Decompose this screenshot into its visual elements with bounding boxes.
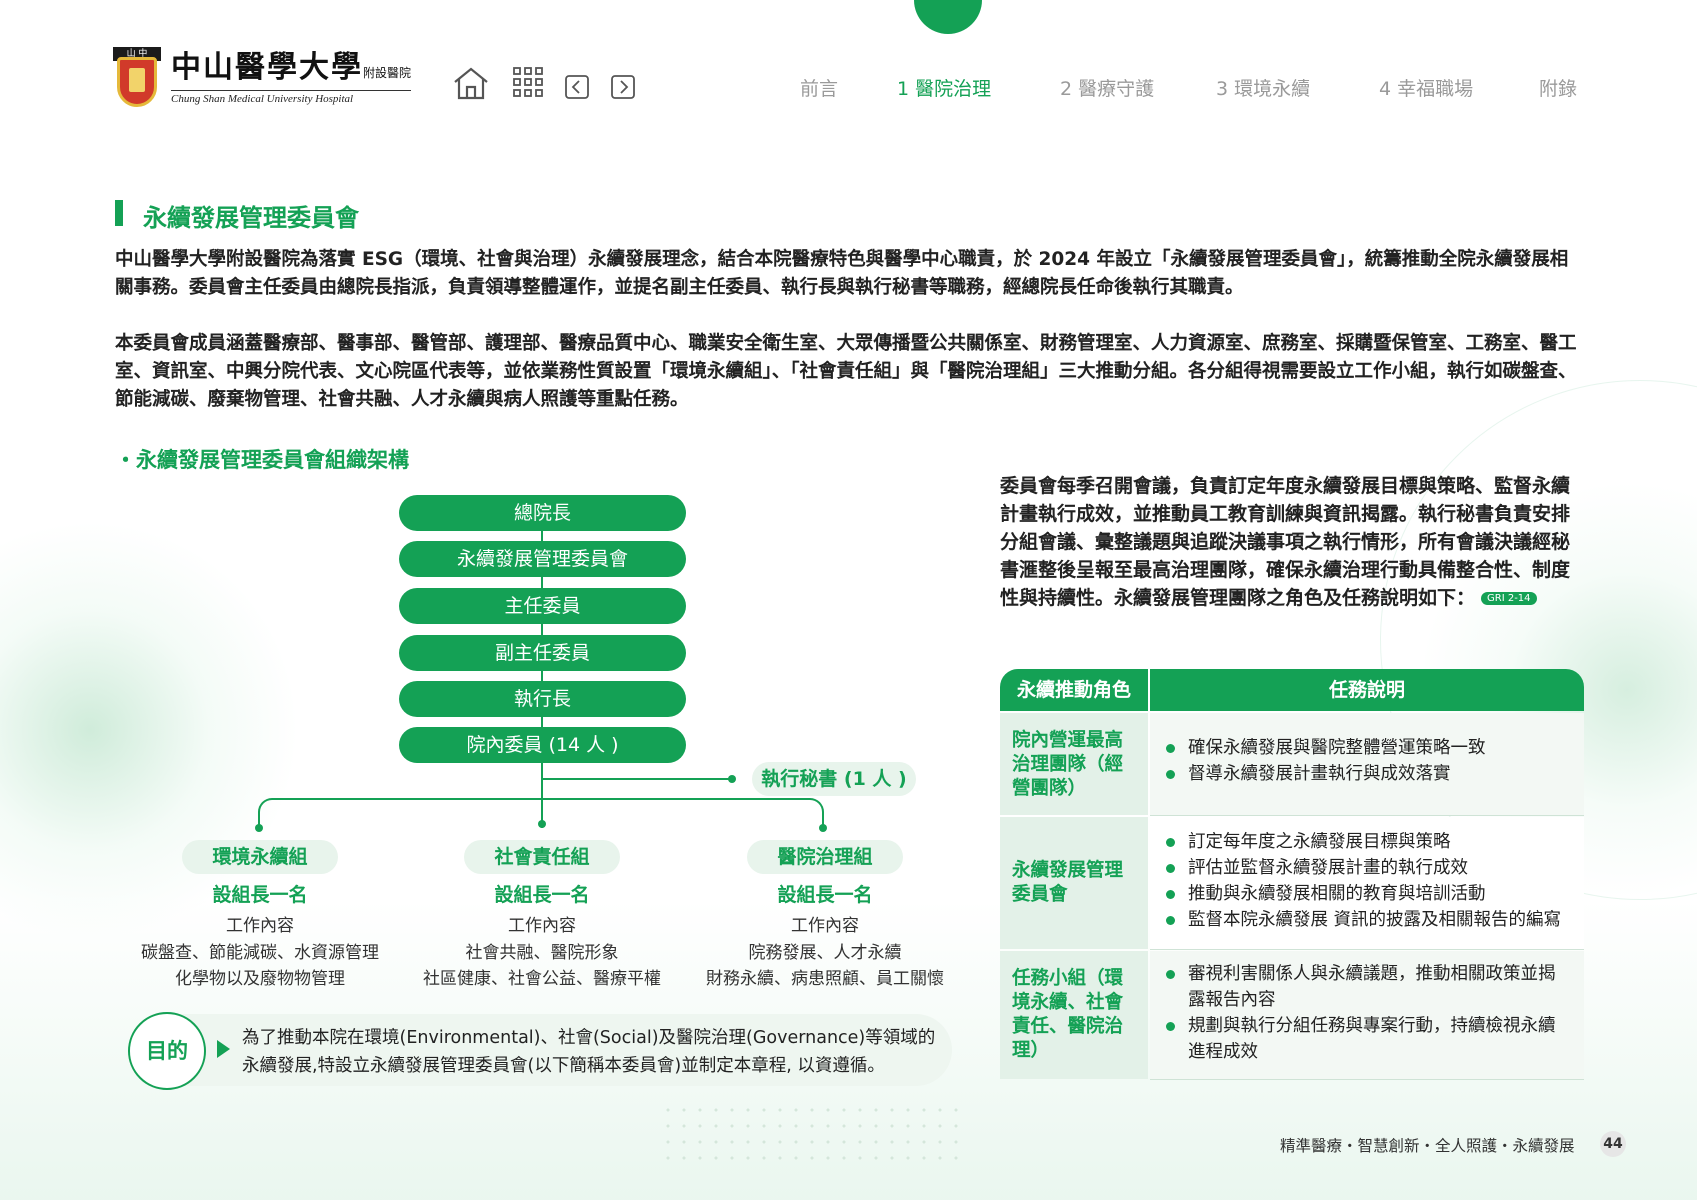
branch-node-right bbox=[819, 824, 827, 832]
org-level-members: 院內委員 (14 人 ) bbox=[399, 727, 686, 763]
group-work-line: 院務發展、人才永續 bbox=[748, 943, 902, 963]
task-item: 推動與永續發展相關的教育與培訓活動 bbox=[1162, 881, 1572, 907]
org-level-vice-chair: 副主任委員 bbox=[399, 635, 686, 671]
chevron-left-icon[interactable] bbox=[565, 75, 589, 99]
nav-medical-care[interactable]: 2 醫療守護 bbox=[1060, 74, 1154, 101]
task-item: 督導永續發展計畫執行與成效落實 bbox=[1162, 761, 1572, 787]
table-row-tasks: 確保永續發展與醫院整體營運策略一致 督導永續發展計畫執行與成效落實 bbox=[1150, 713, 1584, 815]
group-environment-pill: 環境永續組 bbox=[182, 840, 338, 874]
nav-workplace[interactable]: 4 幸福職場 bbox=[1379, 74, 1473, 101]
table-divider bbox=[1150, 949, 1584, 950]
group-work-line: 化學物以及廢物物管理 bbox=[175, 969, 345, 989]
branch-node-center bbox=[538, 820, 546, 828]
members-paragraph: 本委員會成員涵蓋醫療部、醫事部、醫管部、護理部、醫療品質中心、職業安全衛生室、大… bbox=[115, 333, 1577, 410]
table-divider bbox=[1150, 815, 1584, 816]
task-item: 審視利害關係人與永續議題，推動相關政策並揭露報告內容 bbox=[1162, 961, 1572, 1013]
nav-appendix[interactable]: 附錄 bbox=[1539, 74, 1577, 101]
table-header-task: 任務說明 bbox=[1150, 669, 1584, 711]
intro-paragraph: 中山醫學大學附設醫院為落實 ESG（環境、社會與治理）永續發展理念，結合本院醫療… bbox=[115, 249, 1569, 298]
group-work-line: 碳盤查、節能減碳、水資源管理 bbox=[141, 943, 379, 963]
group-work-line: 社會共融、醫院形象 bbox=[465, 943, 619, 963]
committee-paragraph: 委員會每季召開會議，負責訂定年度永續發展目標與策略、監督永續計畫執行成效，並推動… bbox=[1000, 475, 1571, 609]
task-item: 監督本院永續發展 資訊的披露及相關報告的編寫 bbox=[1162, 907, 1572, 933]
table-divider bbox=[1150, 1079, 1584, 1080]
task-item: 評估並監督永續發展計畫的執行成效 bbox=[1162, 855, 1572, 881]
group-work-label: 工作內容 bbox=[226, 916, 294, 936]
org-chart-title: ・永續發展管理委員會組織架構 bbox=[115, 448, 409, 472]
group-lead: 設組長一名 bbox=[212, 884, 308, 906]
group-work-label: 工作內容 bbox=[791, 916, 859, 936]
background-glow-left bbox=[0, 520, 300, 940]
group-work-line: 社區健康、社會公益、醫療平權 bbox=[423, 969, 661, 989]
secretary-node bbox=[728, 775, 736, 783]
table-row-role: 院內營運最高治理團隊（經營團隊） bbox=[1000, 713, 1148, 815]
table-row-role: 永續發展管理委員會 bbox=[1000, 817, 1148, 949]
branch-node-left bbox=[255, 824, 263, 832]
purpose-label: 目的 bbox=[128, 1012, 206, 1090]
group-lead: 設組長一名 bbox=[777, 884, 873, 906]
home-icon[interactable] bbox=[452, 66, 490, 100]
org-branch-line bbox=[258, 798, 824, 816]
group-social-details: 設組長一名 工作內容 社會共融、醫院形象 社區健康、社會公益、醫療平權 bbox=[397, 880, 687, 992]
gri-badge: GRI 2-14 bbox=[1481, 592, 1537, 605]
group-governance-pill: 醫院治理組 bbox=[747, 840, 903, 874]
purpose-text: 為了推動本院在環境(Environmental)、社會(Social)及醫院治理… bbox=[242, 1028, 936, 1076]
group-governance-details: 設組長一名 工作內容 院務發展、人才永續 財務永續、病患照顧、員工關懷 bbox=[680, 880, 970, 992]
secretary-pill: 執行秘書 (1 人 ) bbox=[752, 762, 916, 796]
secretary-connector bbox=[542, 778, 732, 780]
group-environment-details: 設組長一名 工作內容 碳盤查、節能減碳、水資源管理 化學物以及廢物物管理 bbox=[115, 880, 405, 992]
nav-governance[interactable]: 1 醫院治理 bbox=[897, 74, 991, 101]
logo-badge-icon: 山 中 bbox=[113, 47, 161, 109]
section-title: 永續發展管理委員會 bbox=[143, 204, 359, 232]
section-title-bar bbox=[115, 200, 123, 226]
grid-icon[interactable] bbox=[512, 66, 544, 98]
org-level-president: 總院長 bbox=[399, 495, 686, 531]
top-accent-dot bbox=[914, 0, 982, 34]
org-level-committee: 永續發展管理委員會 bbox=[399, 541, 686, 577]
table-row-tasks: 訂定每年度之永續發展目標與策略 評估並監督永續發展計畫的執行成效 推動與永續發展… bbox=[1150, 817, 1584, 949]
play-arrow-icon bbox=[217, 1040, 230, 1058]
nav-environment[interactable]: 3 環境永續 bbox=[1216, 74, 1310, 101]
logo-english-name: Chung Shan Medical University Hospital bbox=[171, 90, 412, 105]
dot-grid-decoration bbox=[660, 1102, 960, 1162]
group-work-label: 工作內容 bbox=[508, 916, 576, 936]
task-item: 規劃與執行分組任務與專案行動，持續檢視永續進程成效 bbox=[1162, 1013, 1572, 1065]
footer-slogan: 精準醫療・智慧創新・全人照護・永續發展 bbox=[1280, 1137, 1575, 1155]
org-level-chair: 主任委員 bbox=[399, 588, 686, 624]
table-header-role: 永續推動角色 bbox=[1000, 669, 1148, 711]
page-number: 44 bbox=[1600, 1131, 1626, 1157]
task-item: 訂定每年度之永續發展目標與策略 bbox=[1162, 829, 1572, 855]
logo-chinese-name: 中山醫學大學附設醫院 bbox=[171, 50, 412, 85]
group-lead: 設組長一名 bbox=[494, 884, 590, 906]
hospital-logo[interactable]: 山 中 中山醫學大學附設醫院 Chung Shan Medical Univer… bbox=[113, 44, 423, 112]
nav-preface[interactable]: 前言 bbox=[800, 74, 838, 101]
org-level-ceo: 執行長 bbox=[399, 681, 686, 717]
group-work-line: 財務永續、病患照顧、員工關懷 bbox=[706, 969, 944, 989]
report-page: 山 中 中山醫學大學附設醫院 Chung Shan Medical Univer… bbox=[0, 0, 1697, 1200]
group-social-pill: 社會責任組 bbox=[464, 840, 620, 874]
table-row-tasks: 審視利害關係人與永續議題，推動相關政策並揭露報告內容 規劃與執行分組任務與專案行… bbox=[1150, 951, 1584, 1079]
chevron-right-icon[interactable] bbox=[611, 75, 635, 99]
task-item: 確保永續發展與醫院整體營運策略一致 bbox=[1162, 735, 1572, 761]
table-row-role: 任務小組（環境永續、社會責任、醫院治理） bbox=[1000, 951, 1148, 1079]
